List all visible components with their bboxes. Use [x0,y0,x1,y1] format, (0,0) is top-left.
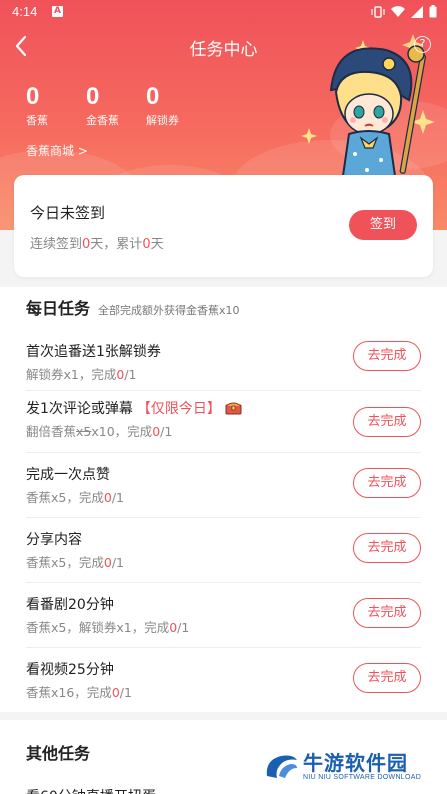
stat-value: 0 [86,83,100,110]
task-progress: 香蕉x5，完成0/1 [26,552,124,571]
task-done: 0 [169,620,178,635]
task-item: 分享内容 香蕉x5，完成0/1 去完成 [26,517,421,582]
asset-stats: 0 香蕉 0 金香蕉 0 解锁券 [26,84,206,128]
task-total: /1 [111,490,124,505]
daily-tasks-header: 每日任务 全部完成额外获得金香蕉x10 [26,295,240,319]
task-done: 0 [103,490,112,505]
stat-gold-banana[interactable]: 0 金香蕉 [86,84,138,128]
task-done: 0 [152,424,161,439]
checkin-card: 今日未签到 连续签到0天，累计0天 签到 [14,175,433,277]
task-title: 完成一次点赞 [26,467,110,483]
today-only-tag: 【仅限今日】 [136,401,221,417]
go-complete-button[interactable]: 去完成 [353,341,421,371]
system-icons [371,5,437,18]
go-complete-button[interactable]: 去完成 [353,468,421,498]
divider [26,647,421,648]
stat-value: 0 [146,83,160,110]
task-reward-prefix: 翻倍香蕉 [26,424,77,439]
task-item: 完成一次点赞 香蕉x5，完成0/1 去完成 [26,452,421,517]
banana-shop-link[interactable]: 香蕉商城 > [26,142,88,159]
checkin-status: 今日未签到 [30,204,106,222]
task-title: 首次追番送1张解锁券 [26,344,161,360]
divider [26,390,421,391]
divider [26,517,421,518]
stat-label: 解锁券 [146,114,179,127]
watermark-subtitle: NIU NIU SOFTWARE DOWNLOAD [303,774,422,781]
go-complete-button[interactable]: 去完成 [353,598,421,628]
go-complete-button[interactable]: 去完成 [353,663,421,693]
task-progress: 解锁券x1，完成0/1 [26,364,136,383]
task-title: 分享内容 [26,532,82,548]
total-days: 0 [142,237,151,252]
task-title-text: 发1次评论或弹幕 [26,401,133,417]
task-title: 发1次评论或弹幕 【仅限今日】 [26,398,242,418]
task-item: 首次追番送1张解锁券 解锁券x1，完成0/1 去完成 [26,333,421,398]
section-title: 每日任务 [26,299,91,318]
stat-label: 香蕉 [26,114,48,127]
task-total: /1 [124,367,137,382]
status-bar: 4:14 A [0,0,447,24]
go-complete-button[interactable]: 去完成 [353,407,421,437]
wifi-icon [391,5,405,17]
task-total: /1 [160,424,173,439]
task-reward: 香蕉x5，完成 [26,490,104,505]
stat-value: 0 [26,83,40,110]
task-title: 看番剧20分钟 [26,597,114,613]
mascot-illustration [291,30,441,180]
task-reward: 香蕉x5，解锁券x1，完成 [26,620,170,635]
divider [26,582,421,583]
checkin-button[interactable]: 签到 [349,210,417,240]
status-time: 4:14 [12,4,38,19]
niuniu-logo-icon [266,755,297,778]
task-reward: 香蕉x16，完成 [26,685,112,700]
divider [26,452,421,453]
stat-unlock-coupon[interactable]: 0 解锁券 [146,84,198,128]
task-reward: x10，完成 [91,424,153,439]
vibrate-icon [371,5,385,18]
stat-banana[interactable]: 0 香蕉 [26,84,78,128]
task-item: 发1次评论或弹幕 【仅限今日】 翻倍香蕉x5x10，完成0/1 去完成 [26,390,421,455]
streak-prefix: 连续签到 [30,237,83,252]
task-done: 0 [111,685,120,700]
section-title: 其他任务 [26,744,91,763]
task-total: /1 [177,620,190,635]
signal-icon [411,5,423,18]
task-reward: 解锁券x1，完成 [26,367,117,382]
task-progress: 翻倍香蕉x5x10，完成0/1 [26,421,172,440]
daily-tasks-section: 每日任务 全部完成额外获得金香蕉x10 首次追番送1张解锁券 解锁券x1，完成0… [0,287,447,712]
task-progress: 香蕉x16，完成0/1 [26,682,132,701]
task-title: 看视频25分钟 [26,662,114,678]
battery-icon [429,5,437,18]
streak-suffix: 天 [150,237,164,252]
watermark-logo: 牛游软件园 NIU NIU SOFTWARE DOWNLOAD [263,746,433,788]
task-reward: 香蕉x5，完成 [26,555,104,570]
task-item: 看番剧20分钟 香蕉x5，解锁券x1，完成0/1 去完成 [26,582,421,647]
task-reward-old: x5 [76,424,92,439]
task-total: /1 [111,555,124,570]
help-icon[interactable]: ? [414,36,431,53]
watermark-name: 牛游软件园 [303,751,408,775]
task-item: 看视频25分钟 香蕉x16，完成0/1 去完成 [26,647,421,712]
streak-mid: 天，累计 [90,237,143,252]
task-progress: 香蕉x5，解锁券x1，完成0/1 [26,617,189,636]
stat-label: 金香蕉 [86,114,119,127]
task-progress: 香蕉x5，完成0/1 [26,487,124,506]
section-note: 全部完成额外获得金香蕉x10 [98,304,240,317]
treasure-chest-icon [225,402,242,415]
notification-a-icon: A [52,6,63,17]
task-done: 0 [103,555,112,570]
go-complete-button[interactable]: 去完成 [353,533,421,563]
checkin-streak: 连续签到0天，累计0天 [30,233,164,252]
task-title: 看60分钟直播开扭蛋 [26,786,156,794]
task-total: /1 [119,685,132,700]
